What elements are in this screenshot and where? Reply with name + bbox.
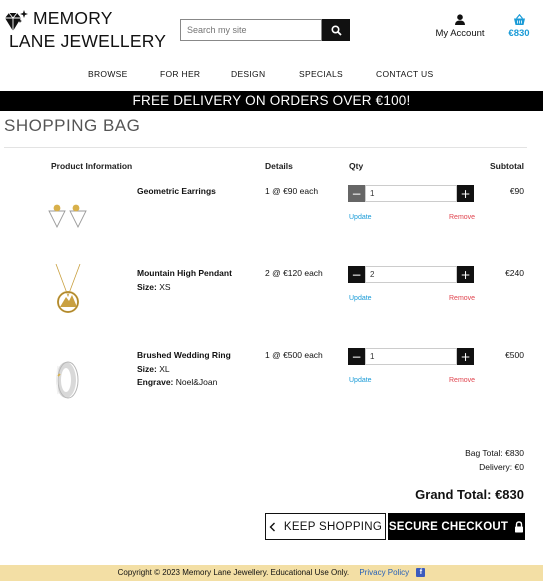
product-name[interactable]: Geometric Earrings (137, 185, 216, 199)
search-bar (180, 19, 350, 41)
chevron-left-icon (269, 522, 275, 531)
size-value: XS (159, 281, 171, 292)
update-link[interactable]: Update (349, 295, 372, 302)
secure-checkout-label: SECURE CHECKOUT (388, 520, 509, 533)
main-nav: BROWSE FOR HER DESIGN SPECIALS CONTACT U… (0, 66, 543, 82)
my-account-link[interactable]: My Account (432, 14, 488, 39)
nav-specials[interactable]: SPECIALS (299, 69, 343, 79)
brand-line-1: MEMORY (33, 8, 113, 28)
item-subtotal: €240 (505, 268, 524, 278)
ring-image[interactable] (46, 354, 90, 410)
remove-link[interactable]: Remove (449, 377, 475, 384)
user-icon (455, 14, 465, 25)
privacy-policy-link[interactable]: Privacy Policy (359, 568, 409, 577)
search-button[interactable] (322, 19, 350, 41)
product-name-link[interactable]: Mountain High Pendant (137, 267, 232, 281)
update-link[interactable]: Update (349, 377, 372, 384)
lock-icon (515, 520, 524, 532)
decrement-button[interactable]: − (348, 266, 365, 283)
pendant-image[interactable] (46, 264, 90, 320)
engrave-label: Engrave: (137, 377, 174, 387)
grand-total: Grand Total: €830 (415, 487, 524, 502)
product-name: Brushed Wedding Ring Size: XL Engrave: N… (137, 349, 231, 390)
product-name: Mountain High Pendant Size: XS (137, 267, 232, 294)
site-footer: Copyright © 2023 Memory Lane Jewellery. … (0, 565, 543, 581)
quantity-stepper: − + (348, 266, 474, 283)
item-subtotal: €500 (505, 350, 524, 360)
divider (4, 147, 527, 148)
keep-shopping-button[interactable]: KEEP SHOPPING (265, 513, 386, 540)
nav-contact-us[interactable]: CONTACT US (376, 69, 433, 79)
engrave-value: Noel&Joan (175, 377, 218, 387)
basket-icon (513, 14, 525, 25)
bag-item-row: Brushed Wedding Ring Size: XL Engrave: N… (0, 348, 543, 418)
bag-total: Bag Total: €830 (465, 448, 524, 458)
header-qty: Qty (349, 161, 364, 171)
item-details: 1 @ €500 each (265, 350, 323, 360)
nav-design[interactable]: DESIGN (231, 69, 265, 79)
item-details: 1 @ €90 each (265, 186, 319, 196)
increment-button[interactable]: + (457, 266, 474, 283)
size-value: XL (159, 363, 170, 374)
item-details: 2 @ €120 each (265, 268, 323, 278)
my-account-label: My Account (435, 28, 485, 39)
decrement-button[interactable]: − (348, 185, 365, 202)
increment-button[interactable]: + (457, 185, 474, 202)
product-engrave: Engrave: Noel&Joan (137, 376, 231, 390)
header-subtotal: Subtotal (490, 161, 524, 171)
shopping-bag-link[interactable]: €830 (504, 14, 534, 39)
quantity-input[interactable] (365, 185, 457, 202)
brand-name: MEMORY LANE JEWELLERY (9, 7, 166, 53)
bag-item-row: Mountain High Pendant Size: XS 2 @ €120 … (0, 264, 543, 336)
keep-shopping-label: KEEP SHOPPING (283, 520, 383, 533)
decrement-button[interactable]: − (348, 348, 365, 365)
item-subtotal: €90 (509, 186, 524, 196)
search-icon (331, 24, 342, 36)
header-product-info: Product Information (51, 161, 133, 171)
secure-checkout-button[interactable]: SECURE CHECKOUT (388, 513, 525, 540)
update-link[interactable]: Update (349, 214, 372, 221)
facebook-icon[interactable]: f (416, 568, 426, 578)
copyright-text: Copyright © 2023 Memory Lane Jewellery. … (117, 568, 350, 577)
nav-for-her[interactable]: FOR HER (160, 69, 200, 79)
quantity-input[interactable] (365, 348, 457, 365)
size-label: Size: (137, 363, 157, 374)
bag-item-row: Geometric Earrings 1 @ €90 each − + Upda… (0, 184, 543, 254)
cart-total: €830 (508, 28, 530, 39)
remove-link[interactable]: Remove (449, 214, 475, 221)
delivery-cost: Delivery: €0 (479, 462, 524, 472)
quantity-input[interactable] (365, 266, 457, 283)
earrings-image[interactable] (46, 194, 90, 250)
search-input[interactable] (180, 19, 323, 41)
increment-button[interactable]: + (457, 348, 474, 365)
delivery-banner: FREE DELIVERY ON ORDERS OVER €100! (0, 91, 543, 111)
product-size: Size: XL (137, 363, 231, 377)
quantity-stepper: − + (348, 185, 474, 202)
site-header: MEMORY LANE JEWELLERY My Account €830 (0, 0, 543, 60)
quantity-stepper: − + (348, 348, 474, 365)
site-logo[interactable]: MEMORY LANE JEWELLERY (3, 7, 166, 53)
remove-link[interactable]: Remove (449, 295, 475, 302)
brand-line-2: LANE JEWELLERY (9, 31, 167, 51)
product-name-link[interactable]: Brushed Wedding Ring (137, 349, 231, 363)
page-title: SHOPPING BAG (4, 116, 141, 135)
header-details: Details (265, 161, 293, 171)
product-size: Size: XS (137, 281, 232, 295)
size-label: Size: (137, 281, 157, 292)
nav-browse[interactable]: BROWSE (88, 69, 128, 79)
